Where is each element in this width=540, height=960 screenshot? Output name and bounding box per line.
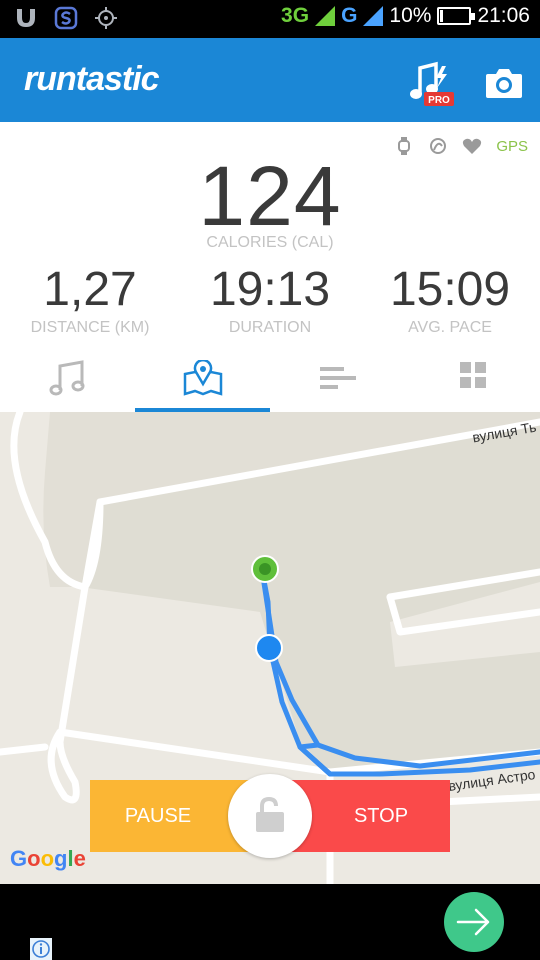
camera-button[interactable]	[484, 66, 524, 100]
unlock-button[interactable]	[228, 774, 312, 858]
pace-value: 15:09	[389, 263, 511, 316]
current-position-marker	[255, 634, 283, 662]
duration-label: DURATION	[228, 319, 312, 336]
music-pro-icon: PRO	[410, 61, 454, 106]
next-button[interactable]	[444, 892, 504, 952]
pro-badge: PRO	[428, 95, 450, 106]
calories-label: CALORIES (CAL)	[206, 234, 334, 251]
tab-splits[interactable]	[270, 344, 405, 412]
ad-bar	[0, 884, 540, 960]
bars-icon	[319, 367, 356, 389]
unlock-icon	[256, 796, 284, 832]
status-bar: 3G G 10% 21:06	[0, 0, 540, 38]
signal-strength-icon	[315, 6, 336, 26]
shazam-icon	[54, 6, 78, 30]
google-attribution: Google	[10, 846, 86, 871]
duration-value: 19:13	[209, 263, 331, 316]
tab-bar	[0, 344, 540, 412]
network-type-g: G	[341, 4, 358, 27]
grid-icon	[459, 362, 486, 388]
pause-label: PAUSE	[124, 804, 192, 827]
pace-stat: 15:09 AVG. PACE	[360, 262, 540, 337]
tab-dashboard[interactable]	[405, 344, 540, 412]
distance-stat: 1,27 DISTANCE (KM)	[0, 262, 180, 337]
music-note-icon	[49, 360, 84, 396]
ad-info-icon[interactable]	[30, 938, 52, 960]
stats-panel: GPS 124 CALORIES (CAL) 1,27 DISTANCE (KM…	[0, 122, 540, 412]
tab-map[interactable]	[135, 344, 270, 412]
map-pin-icon	[183, 360, 222, 396]
app-bar: runtastic PRO	[0, 38, 540, 122]
distance-label: DISTANCE (KM)	[30, 319, 150, 336]
duration-stat: 19:13 DURATION	[180, 262, 360, 337]
tab-music[interactable]	[0, 344, 135, 412]
calories-value: 124	[198, 149, 342, 243]
camera-icon	[486, 69, 522, 98]
signal-strength-icon-2	[363, 6, 384, 26]
distance-value: 1,27	[43, 263, 137, 316]
battery-icon	[437, 7, 476, 25]
battery-percent: 10%	[389, 4, 432, 27]
network-type-3g: 3G	[281, 4, 310, 27]
gps-target-icon	[94, 6, 118, 30]
pro-upgrade-button[interactable]: PRO	[406, 60, 456, 108]
clock: 21:06	[477, 4, 530, 27]
stop-label: STOP	[353, 804, 409, 827]
vpn-icon	[14, 6, 38, 30]
pace-label: AVG. PACE	[408, 319, 492, 336]
arrow-right-icon	[456, 908, 490, 936]
runtastic-logo: runtastic	[24, 60, 160, 98]
